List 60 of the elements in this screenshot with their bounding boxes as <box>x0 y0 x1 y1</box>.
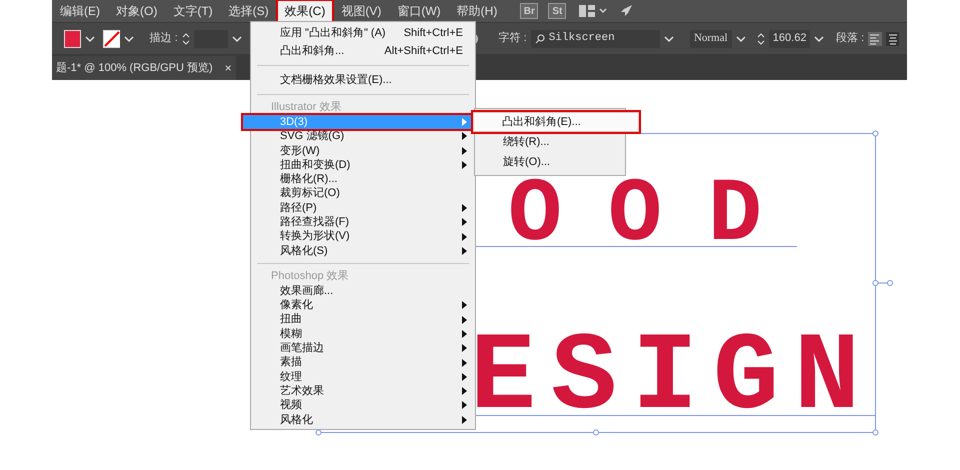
menu-item[interactable]: 栅格化(R)... <box>251 172 475 186</box>
spinner-icon[interactable] <box>757 32 765 46</box>
font-style-field[interactable]: Normal <box>690 30 732 48</box>
chevron-down-icon[interactable] <box>664 34 674 42</box>
menu-item[interactable]: 路径查找器(F) <box>251 215 475 230</box>
font-size-field[interactable]: 160.62 <box>768 30 810 48</box>
menu-item[interactable]: 应用 "凸出和斜角" (A) Shift+Ctrl+E <box>251 24 475 42</box>
rocket-icon[interactable] <box>619 4 634 18</box>
menu-item[interactable]: 扭曲 <box>251 312 475 327</box>
menu-item[interactable]: 文档栅格效果设置(E)... <box>251 71 475 89</box>
menu-item[interactable]: 转换为形状(V) <box>251 229 475 244</box>
submenu-item[interactable]: 绕转(R)... <box>475 132 625 152</box>
shortcut-text: Alt+Shift+Ctrl+E <box>384 44 464 59</box>
menu-item[interactable]: 像素化 <box>251 298 475 313</box>
font-family-value: Silkscreen <box>548 31 615 46</box>
chevron-down-icon[interactable] <box>85 34 95 42</box>
artwork-text: OOD <box>508 178 764 244</box>
chevron-down-icon[interactable] <box>736 34 746 42</box>
menu-bar-item[interactable]: 帮助(H) <box>448 0 506 22</box>
character-label: 字符 : <box>498 30 527 46</box>
menu-bar-item[interactable]: 效果(C) <box>276 0 334 22</box>
stroke-label: 描边 : <box>150 31 178 46</box>
menu-bar-item[interactable]: 选择(S) <box>220 0 277 22</box>
chevron-down-icon[interactable] <box>599 8 608 14</box>
workspace-layout-icon[interactable] <box>579 5 596 17</box>
app-icon[interactable]: St <box>548 3 566 19</box>
menu-section-header: Illustrator 效果 <box>270 100 342 115</box>
submenu-item[interactable]: 旋转(O)... <box>475 152 625 172</box>
fill-swatch[interactable] <box>64 30 82 48</box>
menu-bar-item[interactable]: 视图(V) <box>333 0 390 22</box>
menu-item[interactable]: 效果画廊... <box>251 284 475 298</box>
document-title: 题-1* @ 100% (RGB/GPU 预览) <box>56 60 213 76</box>
align-center-icon[interactable] <box>886 32 899 46</box>
menu-bar-item[interactable]: 窗口(W) <box>389 0 449 22</box>
menu-item[interactable]: 变形(W) <box>251 144 475 158</box>
menu-item[interactable]: 裁剪标记(O) <box>251 186 475 201</box>
align-left-icon[interactable] <box>868 32 882 46</box>
menu-item[interactable]: 凸出和斜角... Alt+Shift+Ctrl+E <box>251 42 475 60</box>
menu-item[interactable]: SVG 滤镜(G) <box>251 129 475 144</box>
menu-bar-item[interactable]: 对象(O) <box>108 0 166 22</box>
search-icon <box>534 34 545 44</box>
spinner-icon[interactable] <box>182 32 190 46</box>
menu-section-header: Photoshop 效果 <box>270 269 350 284</box>
close-icon[interactable]: × <box>224 59 232 77</box>
menu-item[interactable]: 风格化 <box>251 412 475 427</box>
document-tab[interactable]: 题-1* @ 100% (RGB/GPU 预览) × <box>52 56 236 80</box>
font-family-field[interactable]: Silkscreen <box>530 30 660 48</box>
menu-item[interactable]: 风格化(S) <box>251 244 475 258</box>
app-icon[interactable]: Br <box>520 3 538 19</box>
paragraph-label: 段落 : <box>836 31 864 46</box>
stroke-none-swatch[interactable] <box>102 30 120 48</box>
chevron-down-icon[interactable] <box>814 34 824 42</box>
menu-item[interactable]: 路径(P) <box>251 200 475 216</box>
menu-bar-item[interactable]: 文字(T) <box>165 0 221 22</box>
chevron-down-icon[interactable] <box>232 34 242 42</box>
shortcut-text: Shift+Ctrl+E <box>404 26 464 41</box>
chevron-down-icon[interactable] <box>124 34 134 42</box>
submenu-item[interactable]: 凸出和斜角(E)... <box>473 112 639 132</box>
menu-bar-item[interactable]: 编辑(E) <box>52 0 108 22</box>
menu-item[interactable]: 扭曲和变换(D) <box>251 158 475 172</box>
